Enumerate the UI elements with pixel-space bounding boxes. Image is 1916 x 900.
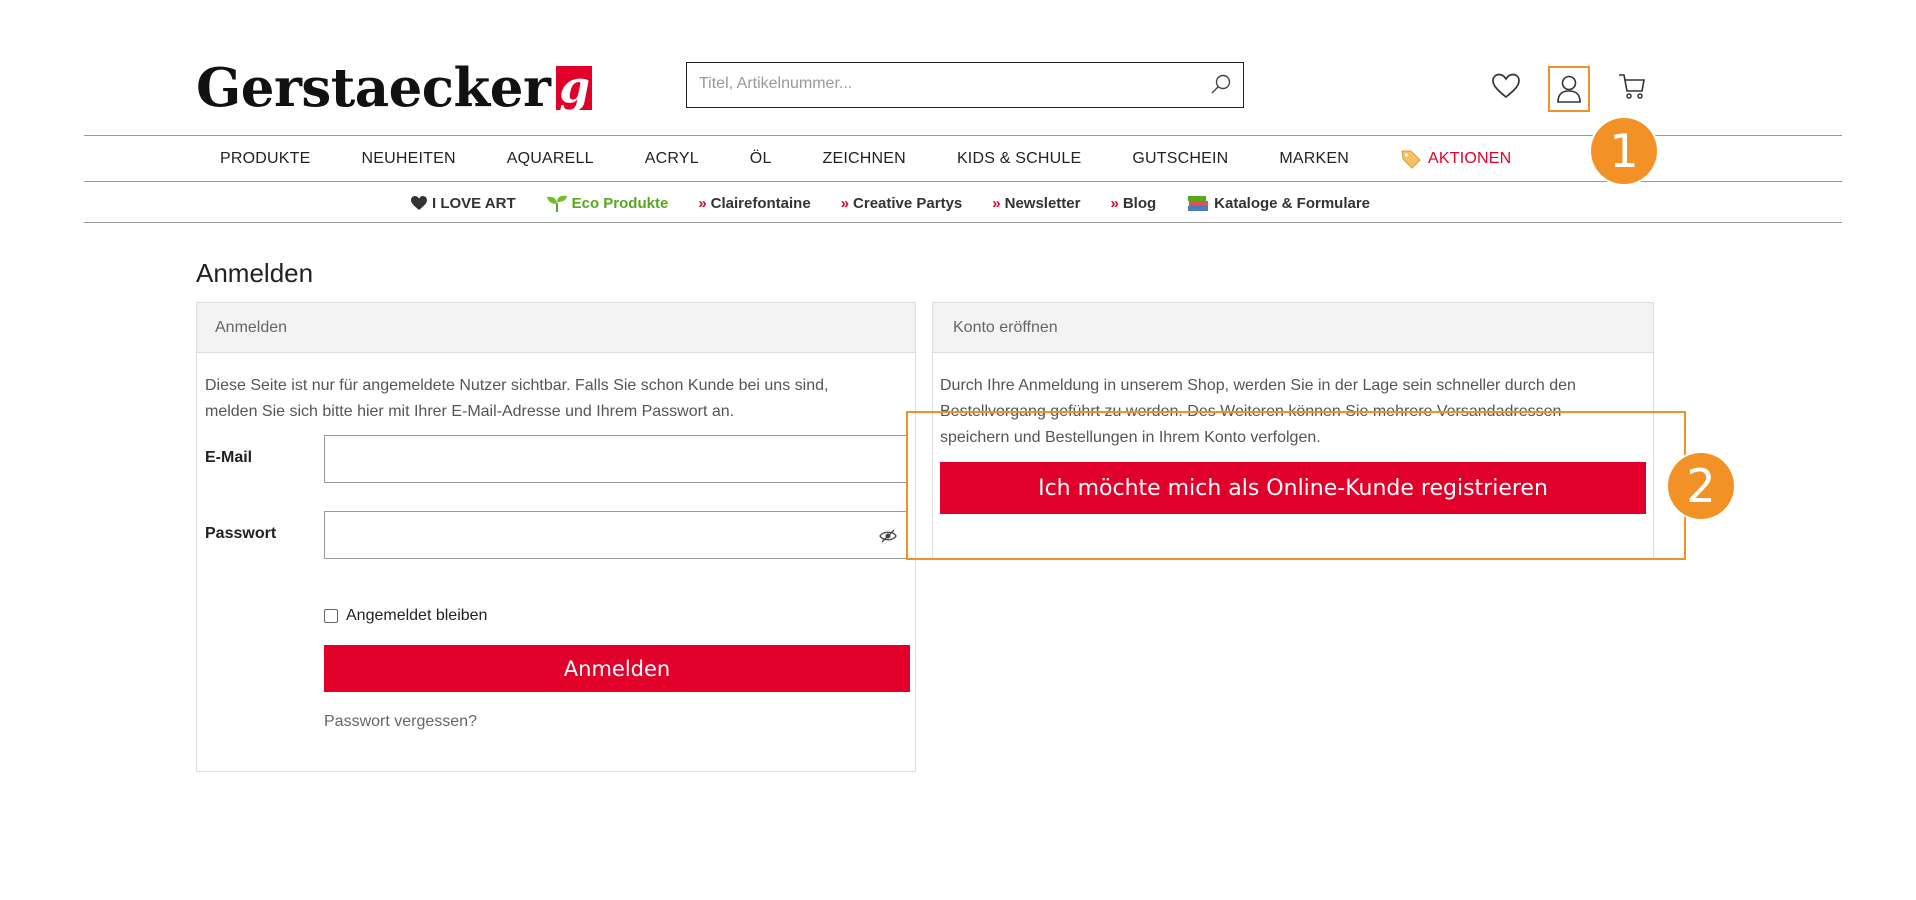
site-logo[interactable]: Gerstaecker g [196, 57, 593, 119]
nav-link-i-love-art[interactable]: I LOVE ART [410, 195, 516, 212]
nav-item-aquarell[interactable]: AQUARELL [507, 150, 594, 168]
cart-icon [1619, 74, 1645, 99]
nav-item-marken[interactable]: MARKEN [1279, 150, 1349, 168]
raquo-icon: » [992, 194, 1001, 212]
nav-link-clairefontaine[interactable]: » Clairefontaine [698, 195, 810, 212]
step-badge-1: 1 [1591, 118, 1657, 184]
raquo-icon: » [698, 194, 707, 212]
nav-item-produkte[interactable]: PRODUKTE [220, 150, 311, 168]
secondary-navigation: I LOVE ART Eco Produkte » Clairefontaine … [410, 182, 1400, 224]
email-label: E-Mail [205, 449, 253, 466]
nav-link-clairefontaine-label: Clairefontaine [710, 194, 811, 212]
password-field-wrapper [324, 511, 908, 559]
raquo-icon: » [1110, 194, 1119, 212]
logo-text: Gerstaecker [196, 57, 551, 119]
main-navigation: PRODUKTE NEUHEITEN AQUARELL ACRYL ÖL ZEI… [220, 136, 1613, 182]
nav-link-eco-produkte[interactable]: Eco Produkte [546, 193, 669, 213]
nav-item-oel[interactable]: ÖL [750, 150, 772, 168]
highlight-box [906, 411, 1686, 560]
register-panel-heading: Konto eröffnen [933, 303, 1653, 353]
email-field[interactable] [325, 436, 907, 482]
email-field-wrapper [324, 435, 908, 483]
nav-link-kataloge[interactable]: Kataloge & Formulare [1186, 193, 1370, 213]
remember-me-checkbox[interactable] [324, 609, 338, 623]
nav-item-gutschein[interactable]: GUTSCHEIN [1132, 150, 1228, 168]
cart-button[interactable] [1612, 66, 1652, 106]
nav-link-i-love-art-label: I LOVE ART [432, 194, 516, 212]
logo-mark-icon: g [556, 66, 593, 110]
search-icon[interactable] [1209, 73, 1233, 97]
eye-slash-icon[interactable] [879, 528, 897, 544]
forgot-password-link[interactable]: Passwort vergessen? [324, 713, 477, 731]
page-title: Anmelden [196, 258, 314, 288]
heart-icon [1492, 73, 1520, 99]
nav-item-aktionen[interactable]: AKTIONEN [1400, 149, 1562, 169]
login-intro-line: Diese Seite ist nur für angemeldete Nutz… [205, 377, 829, 394]
nav-link-kataloge-label: Kataloge & Formulare [1214, 194, 1371, 212]
register-description-line: Durch Ihre Anmeldung in unserem Shop, we… [940, 377, 1576, 394]
user-icon [1557, 75, 1581, 103]
login-submit-button[interactable]: Anmelden [324, 645, 910, 692]
password-label: Passwort [205, 525, 277, 542]
nav-link-blog[interactable]: » Blog [1110, 195, 1156, 212]
nav-item-aktionen-label: AKTIONEN [1428, 150, 1512, 167]
login-panel-heading: Anmelden [197, 303, 915, 353]
price-tag-icon [1401, 150, 1421, 169]
remember-me-label: Angemeldet bleiben [346, 607, 488, 624]
step-badge-2: 2 [1668, 453, 1734, 519]
wishlist-button[interactable] [1486, 66, 1526, 106]
login-intro-line: melden Sie sich bitte hier mit Ihrer E-M… [205, 403, 735, 420]
nav-item-neuheiten[interactable]: NEUHEITEN [362, 150, 456, 168]
login-intro-text: Diese Seite ist nur für angemeldete Nutz… [205, 373, 828, 425]
heart-filled-icon [411, 196, 427, 210]
nav-item-acryl[interactable]: ACRYL [645, 150, 699, 168]
nav-link-newsletter[interactable]: » Newsletter [992, 195, 1080, 212]
search-box [686, 62, 1244, 108]
nav-item-zeichnen[interactable]: ZEICHNEN [823, 150, 906, 168]
sprout-icon [546, 195, 567, 212]
nav-link-newsletter-label: Newsletter [1004, 194, 1081, 212]
search-input[interactable] [687, 63, 1191, 105]
nav-link-blog-label: Blog [1122, 194, 1157, 212]
books-icon [1188, 196, 1209, 211]
nav-link-creative-partys[interactable]: » Creative Partys [841, 195, 963, 212]
raquo-icon: » [840, 194, 850, 212]
nav-item-kids-schule[interactable]: KIDS & SCHULE [957, 150, 1081, 168]
account-button[interactable] [1548, 66, 1590, 112]
remember-me[interactable]: Angemeldet bleiben [324, 607, 487, 625]
nav-link-creative-partys-label: Creative Partys [853, 194, 963, 212]
nav-link-eco-produkte-label: Eco Produkte [571, 194, 669, 212]
password-field[interactable] [325, 512, 907, 558]
